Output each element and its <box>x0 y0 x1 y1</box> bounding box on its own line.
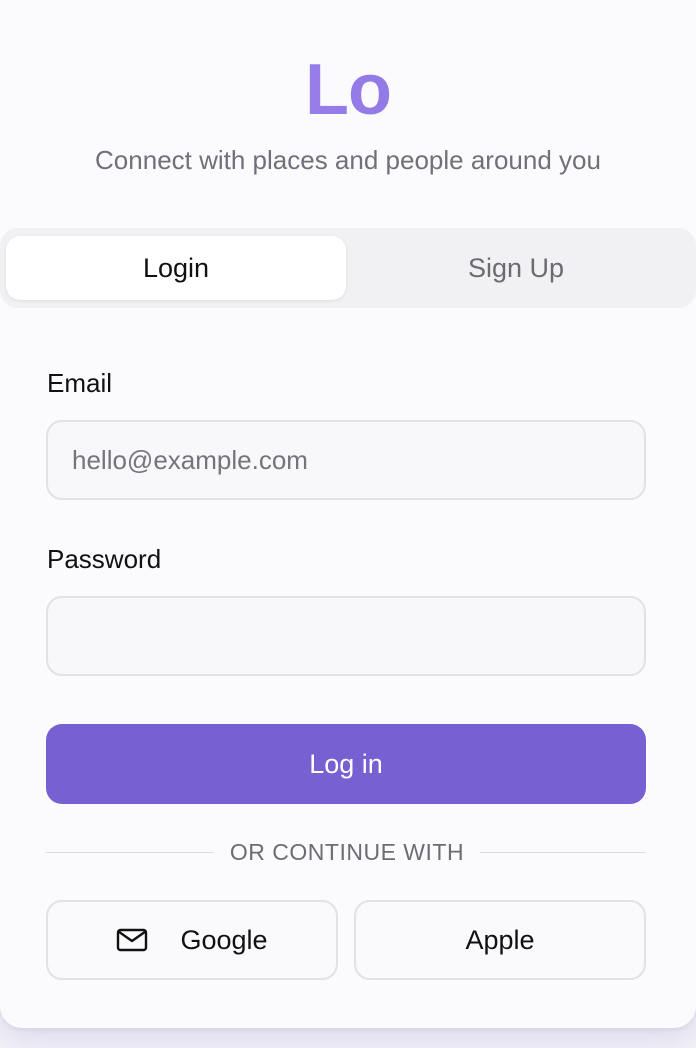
google-button[interactable]: Google <box>46 900 338 980</box>
email-label: Email <box>47 368 113 398</box>
auth-card: Lo Connect with places and people around… <box>0 0 696 1028</box>
divider-text: OR CONTINUE WITH <box>214 836 480 868</box>
app-logo: Lo <box>0 50 696 130</box>
auth-tabs: Login Sign Up <box>0 228 696 308</box>
tab-sign-up[interactable]: Sign Up <box>346 236 686 300</box>
google-label: Google <box>180 924 268 955</box>
email-field[interactable] <box>46 420 646 500</box>
divider-line-right <box>480 852 646 853</box>
password-label: Password <box>47 544 162 574</box>
tab-login[interactable]: Login <box>6 236 346 300</box>
tagline: Connect with places and people around yo… <box>95 145 601 175</box>
apple-label: Apple <box>465 924 535 955</box>
login-button[interactable]: Log in <box>46 724 646 804</box>
apple-button[interactable]: Apple <box>354 900 646 980</box>
password-field[interactable] <box>46 596 646 676</box>
mail-icon <box>116 928 148 952</box>
divider-line-left <box>46 852 214 853</box>
